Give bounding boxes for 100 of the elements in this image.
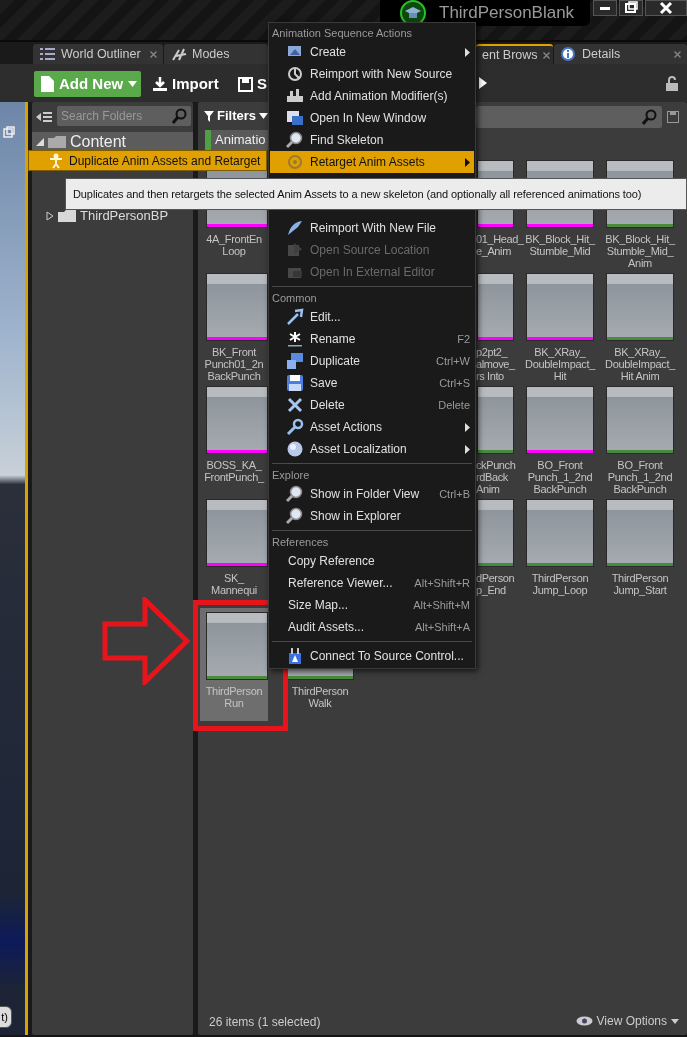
close-button[interactable] — [645, 0, 687, 16]
shortcut-label: Ctrl+W — [436, 353, 470, 369]
menu-item[interactable]: Connect To Source Control... — [270, 645, 474, 667]
asset-name: ThirdPerson Run — [204, 685, 264, 709]
folder-tree-item[interactable]: Content — [32, 132, 193, 152]
asset-name: BK_XRay_ DoubleImpact_ Hit Anim — [605, 346, 675, 382]
maximize-icon — [3, 126, 15, 138]
menu-item[interactable]: Audit Assets... Alt+Shift+A — [270, 616, 474, 638]
sphere-icon — [286, 440, 304, 458]
menu-item[interactable]: Edit... — [270, 306, 474, 328]
lock-icon — [665, 76, 679, 92]
asset-name: dPerson p_End — [476, 572, 516, 596]
minimize-button[interactable] — [593, 0, 617, 16]
asset-name: BOSS_KA_ FrontPunch_ — [203, 459, 266, 483]
animation-preview — [207, 613, 267, 676]
menu-item[interactable]: Open In New Window — [270, 107, 474, 129]
asset-name: BK_Block_Hit_ Stumble_Mid_ Anim — [605, 233, 675, 269]
expanded-arrow-icon — [36, 138, 44, 146]
list-icon — [39, 46, 56, 62]
menu-item[interactable]: Duplicate Ctrl+W — [270, 350, 474, 372]
import-button[interactable]: Import — [152, 71, 219, 97]
menu-item[interactable]: Add Animation Modifier(s) — [270, 85, 474, 107]
play-icon — [479, 77, 487, 89]
panel-tab[interactable]: ent Brows — [476, 44, 553, 64]
animation-preview — [527, 500, 593, 563]
menu-item[interactable]: Asset Actions — [270, 416, 474, 438]
document-icon — [41, 76, 54, 92]
asset-name: ThirdPerson Jump_Start — [610, 572, 670, 596]
animation-preview — [207, 500, 267, 563]
item-count: 26 items (1 selected) — [209, 1014, 321, 1031]
save-button[interactable]: S — [238, 71, 267, 97]
collapsed-arrow-icon — [46, 211, 54, 221]
filter-chip[interactable]: Animatio — [205, 130, 268, 150]
hammer-icon — [286, 308, 304, 326]
shortcut-label: Alt+Shift+A — [414, 619, 470, 635]
menu-item[interactable]: Create — [270, 41, 474, 63]
search-icon — [172, 108, 188, 124]
minimize-icon — [600, 6, 610, 10]
menu-item[interactable]: Asset Localization — [270, 438, 474, 460]
view-options-button[interactable]: View Options — [575, 1012, 679, 1030]
menu-item[interactable]: Size Map... Alt+Shift+M — [270, 594, 474, 616]
shortcut-label: Ctrl+S — [439, 375, 470, 391]
animation-preview — [207, 387, 267, 450]
search-field[interactable] — [476, 106, 662, 128]
arrow-annotation-icon — [102, 597, 190, 685]
shortcut-label: Alt+Shift+R — [414, 575, 470, 591]
panel-tab[interactable]: Details — [554, 44, 687, 64]
menu-section-header: Common — [271, 290, 318, 306]
menu-section-header: References — [271, 534, 330, 550]
asset-name: BK_Block_Hit_ Stumble_Mid — [525, 233, 595, 257]
viewport-button[interactable]: t) — [0, 1006, 12, 1028]
download-icon — [152, 76, 168, 92]
save-search-icon — [667, 111, 679, 123]
menu-item[interactable]: Reimport With New File — [270, 217, 474, 239]
menu-item[interactable]: Save Ctrl+S — [270, 372, 474, 394]
animation-preview — [478, 274, 513, 337]
menu-item[interactable]: Show in Folder View Ctrl+B — [270, 483, 474, 505]
filters-button[interactable]: Filters — [204, 106, 268, 126]
magnifier-icon — [286, 485, 304, 503]
figure-icon — [49, 152, 63, 169]
animation-preview — [478, 500, 513, 563]
asset-tile[interactable]: dPerson p_End — [476, 495, 522, 608]
menu-item[interactable]: Copy Reference — [270, 550, 474, 572]
menu-item[interactable]: Reference Viewer... Alt+Shift+R — [270, 572, 474, 594]
asset-name: ThirdPerson Walk — [290, 685, 350, 709]
animation-preview — [607, 274, 673, 337]
menu-item[interactable]: Rename F2 — [270, 328, 474, 350]
window-icon — [286, 109, 304, 127]
menu-item[interactable]: Delete Delete — [270, 394, 474, 416]
shortcut-label: Ctrl+B — [439, 486, 470, 502]
asset-name: p2pt2_ almove_ rs Into — [476, 346, 517, 382]
cross-icon — [286, 396, 304, 414]
asterisk-icon — [286, 330, 304, 348]
asset-name: BK_XRay_ DoubleImpact_ Hit — [525, 346, 595, 382]
funnel-icon — [204, 110, 214, 122]
magnifier-icon — [286, 131, 304, 149]
menu-item[interactable]: Find Skeleton — [270, 129, 474, 151]
asset-tile[interactable]: ckPunch rdBack Anim — [476, 382, 522, 495]
menu-item[interactable]: Reimport with New Source — [270, 63, 474, 85]
menu-item[interactable]: Show in Explorer — [270, 505, 474, 527]
copy-icon — [286, 352, 304, 370]
animation-preview — [478, 387, 513, 450]
shortcut-label: Alt+Shift+M — [413, 597, 470, 613]
menu-item[interactable]: Duplicate Anim Assets and Retarget — [28, 150, 267, 171]
window-title: ThirdPersonBlank — [439, 2, 575, 25]
animation-preview — [207, 274, 267, 337]
asset-name: BO_Front Punch_1_2nd BackPunch — [526, 459, 594, 495]
restore-button[interactable] — [619, 0, 643, 16]
feather-icon — [286, 219, 304, 237]
menu-item[interactable]: Retarget Anim Assets — [270, 151, 474, 173]
asset-tile[interactable]: p2pt2_ almove_ rs Into — [476, 269, 522, 382]
panel-tab[interactable]: World Outliner — [33, 44, 163, 64]
plug-icon — [286, 647, 304, 665]
animation-preview — [607, 500, 673, 563]
tooltip: Duplicates and then retargets the selected Anim Assets to a new skeleton (and optionally all referenced animations too) — [65, 178, 687, 210]
animation-preview — [527, 387, 593, 450]
asset-name: BK_Front Punch01_2n BackPunch — [203, 346, 265, 382]
shortcut-label: F2 — [457, 331, 470, 347]
panel-tab[interactable]: Modes — [164, 44, 268, 64]
search-field[interactable]: Search Folders — [57, 106, 191, 126]
